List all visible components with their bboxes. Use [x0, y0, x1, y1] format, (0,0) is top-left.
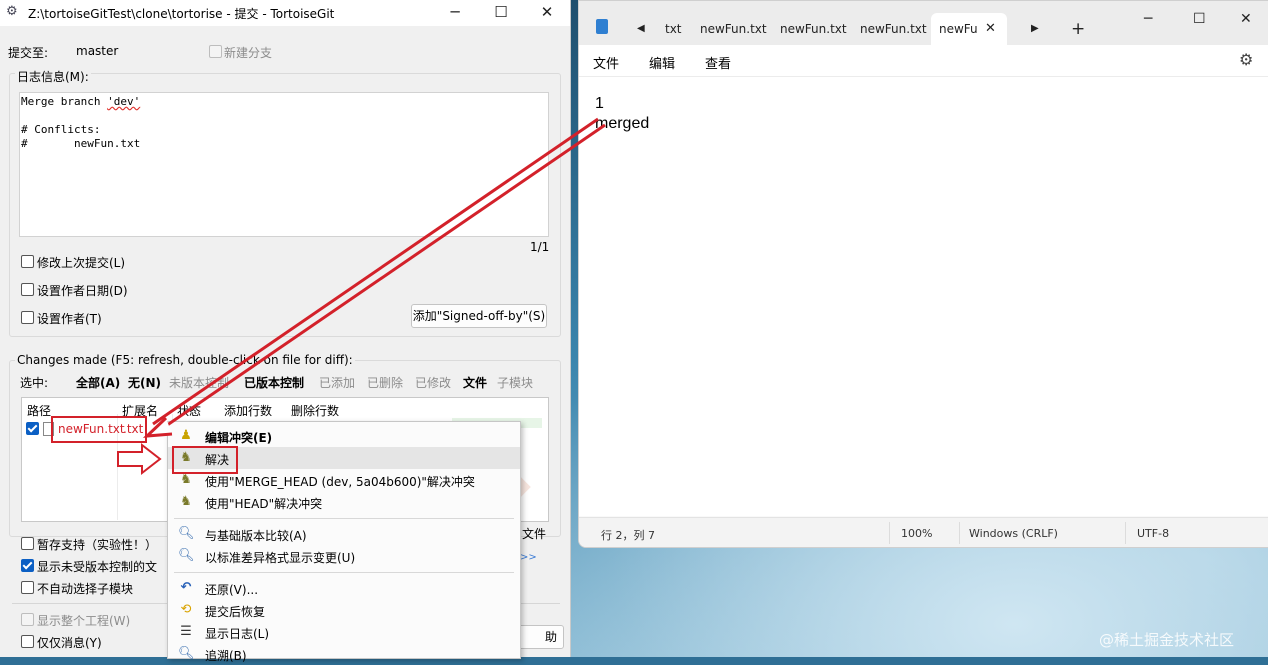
arrow-to-file	[142, 117, 606, 438]
annotation-arrows	[117, 117, 606, 476]
watermark: @稀土掘金技术社区	[1099, 631, 1235, 649]
arrow-to-resolve	[117, 442, 162, 476]
